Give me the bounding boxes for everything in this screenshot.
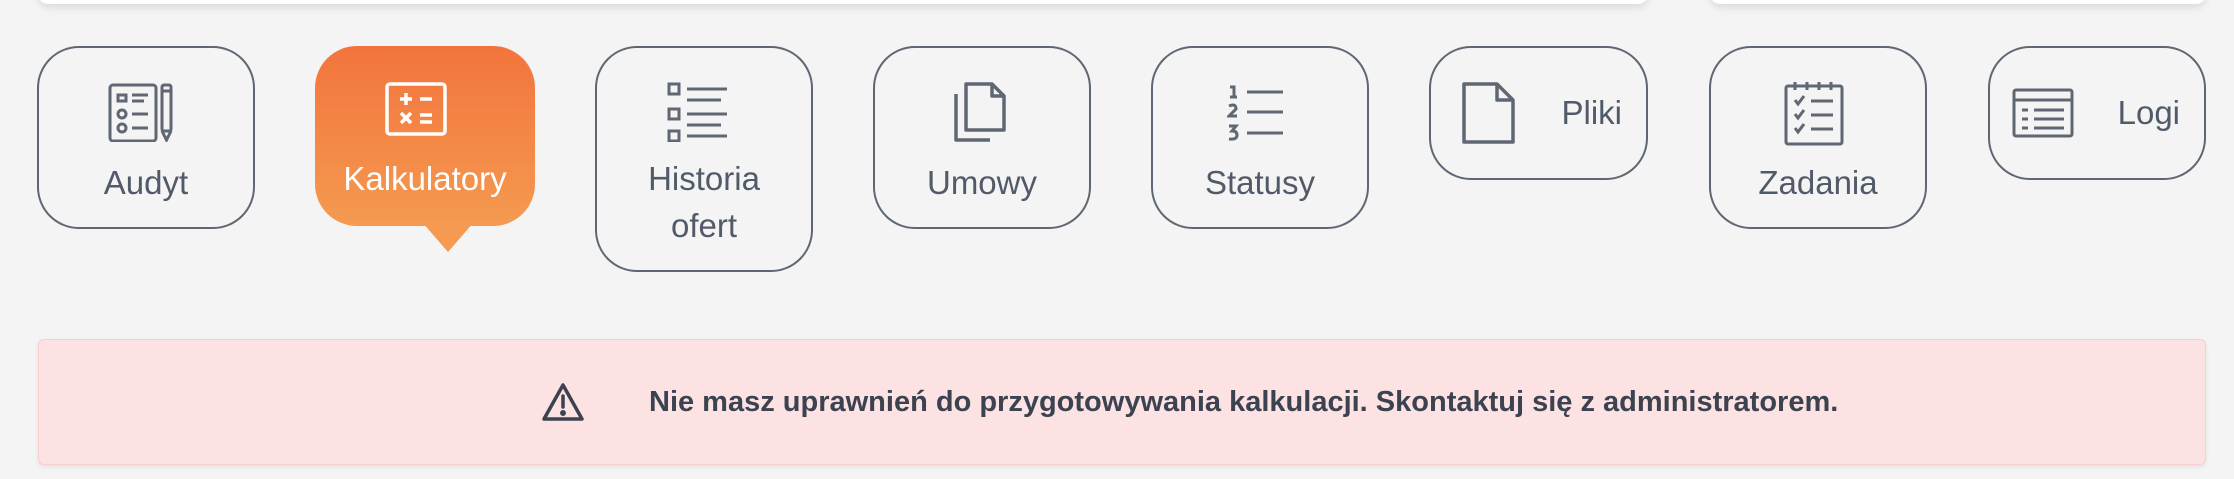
numbered-list-icon: [1227, 85, 1283, 141]
tab-contracts[interactable]: Umowy: [873, 46, 1091, 229]
calculator-icon: [385, 82, 447, 136]
tab-contracts-label: Umowy: [926, 164, 1037, 201]
top-card-left: [38, 0, 1648, 4]
tab-offer-history-label-line2: ofert: [670, 207, 738, 244]
tab-files-label: Pliki: [1561, 94, 1622, 131]
tab-audit[interactable]: Audyt: [37, 46, 255, 229]
list-icon: [667, 82, 727, 142]
tab-calculators[interactable]: Kalkulatory: [315, 46, 535, 252]
tab-statuses-label: Statusy: [1204, 164, 1316, 201]
tab-audit-label: Audyt: [103, 164, 189, 201]
tab-statuses[interactable]: Statusy: [1151, 46, 1369, 229]
audit-checklist-icon: [108, 83, 173, 142]
task-list-icon: [1784, 82, 1844, 146]
permission-alert: Nie masz uprawnień do przygotowywania ka…: [38, 339, 2206, 465]
tab-tasks-label: Zadania: [1758, 164, 1878, 201]
tab-offer-history[interactable]: Historia ofert: [595, 46, 813, 272]
tab-calculators-label: Kalkulatory: [343, 160, 507, 197]
warning-icon: [542, 383, 584, 421]
tab-logs[interactable]: Logi: [1988, 46, 2206, 180]
file-icon: [1462, 82, 1515, 144]
alert-message: Nie masz uprawnień do przygotowywania ka…: [649, 386, 1839, 418]
active-tab-pointer: [422, 222, 474, 252]
top-card-right: [1710, 0, 2206, 4]
log-table-icon: [2012, 88, 2074, 138]
tab-offer-history-label-line1: Historia: [648, 160, 760, 197]
tab-logs-label: Logi: [2117, 94, 2180, 131]
tab-tasks[interactable]: Zadania: [1709, 46, 1927, 229]
documents-icon: [954, 82, 1006, 142]
tab-files[interactable]: Pliki: [1429, 46, 1648, 180]
